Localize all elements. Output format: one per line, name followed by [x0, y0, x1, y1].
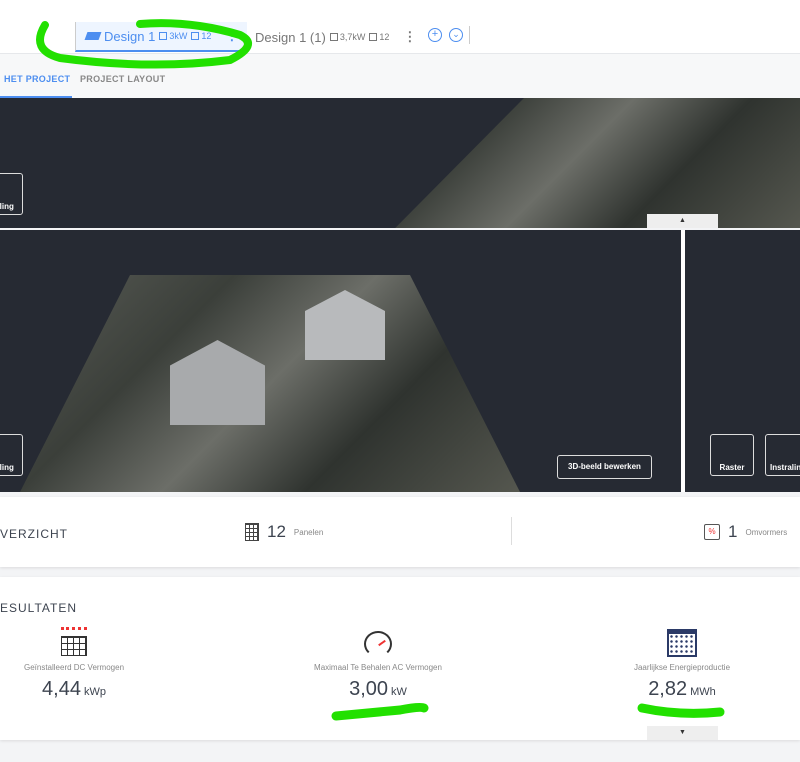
stat-label: Maximaal Te Behalen AC Vermogen [314, 663, 442, 672]
instraling-button[interactable]: raling [0, 173, 23, 215]
sub-navigation: HET PROJECT PROJECT LAYOUT [0, 54, 800, 98]
more-icon[interactable]: ⋮ [225, 28, 238, 44]
edit-3d-button[interactable]: 3D-beeld bewerken [557, 455, 652, 479]
tab-panels: 12 [201, 31, 212, 41]
tab-power: 3,7kW [339, 32, 366, 42]
solar-panel-icon [61, 627, 87, 657]
design-icon [84, 32, 102, 40]
stat-value: 4,44 [42, 678, 81, 700]
inverter-icon [159, 32, 168, 40]
inverter-icon: % [704, 524, 720, 540]
aerial-image [395, 98, 800, 228]
map-view-top[interactable]: raling ▲ [0, 98, 800, 228]
map-view-2d[interactable]: Raster Instraling [685, 230, 800, 492]
results-card: ESULTATEN Geïnstalleerd DC Vermogen 4,44… [0, 577, 800, 740]
stat-yearly-production: Jaarlijkse Energieproductie 2,82 MWh [582, 627, 782, 701]
tab-design-1-1[interactable]: Design 1 (1) 3,7kW 12 ⋮ [255, 22, 416, 52]
instraling-button[interactable]: raling [0, 434, 23, 476]
tab-het-project[interactable]: HET PROJECT [4, 74, 70, 84]
add-design-icon[interactable]: + [428, 28, 442, 42]
panel-grid-icon [245, 523, 259, 541]
more-icon[interactable]: ⋮ [403, 29, 416, 45]
inverters-label: Omvormers [745, 527, 788, 537]
instraling-button[interactable]: Instraling [765, 434, 800, 476]
tab-label: Design 1 (1) [255, 29, 326, 45]
stat-label: Jaarlijkse Energieproductie [633, 663, 731, 672]
aerial-image [20, 275, 520, 492]
speedometer-icon [364, 631, 392, 657]
stat-dc-power: Geïnstalleerd DC Vermogen 4,44 kWp [0, 627, 174, 701]
panel-icon [191, 32, 200, 40]
panels-count: 12 [267, 522, 286, 541]
tab-design-1[interactable]: Design 1 3kW 12 ⋮ [75, 22, 247, 52]
inverters-count: 1 [728, 522, 738, 541]
stat-label: Geïnstalleerd DC Vermogen [23, 663, 125, 672]
inverter-icon [329, 33, 338, 41]
raster-button[interactable]: Raster [710, 434, 754, 476]
stat-value: 3,00 [349, 678, 389, 700]
stat-value: 2,82 [648, 678, 688, 700]
tab-label: Design 1 [104, 28, 156, 44]
panels-label: Panelen [293, 527, 324, 537]
tab-power: 3kW [169, 31, 188, 41]
design-tabs-bar: Design 1 3kW 12 ⋮ Design 1 (1) 3,7kW 12 … [0, 0, 800, 54]
map-view-3d[interactable]: raling 3D-beeld bewerken [0, 230, 681, 492]
stat-unit: MWh [690, 686, 716, 698]
chevron-down-icon[interactable]: ⌄ [449, 28, 463, 42]
overview-card: VERZICHT 12 Panelen % 1 Omvormers [0, 497, 800, 567]
stat-ac-power: Maximaal Te Behalen AC Vermogen 3,00 kW [278, 627, 478, 701]
panel-icon [369, 33, 378, 41]
tab-project-layout[interactable]: PROJECT LAYOUT [80, 74, 165, 84]
overview-title: VERZICHT [0, 527, 68, 541]
tab-panels: 12 [379, 32, 390, 42]
calendar-icon [667, 629, 697, 657]
stat-unit: kWp [83, 686, 106, 698]
collapse-up-button[interactable]: ▲ [647, 214, 718, 228]
results-title: ESULTATEN [0, 601, 78, 615]
expand-down-button[interactable]: ▼ [647, 726, 718, 740]
stat-unit: kW [391, 686, 407, 698]
